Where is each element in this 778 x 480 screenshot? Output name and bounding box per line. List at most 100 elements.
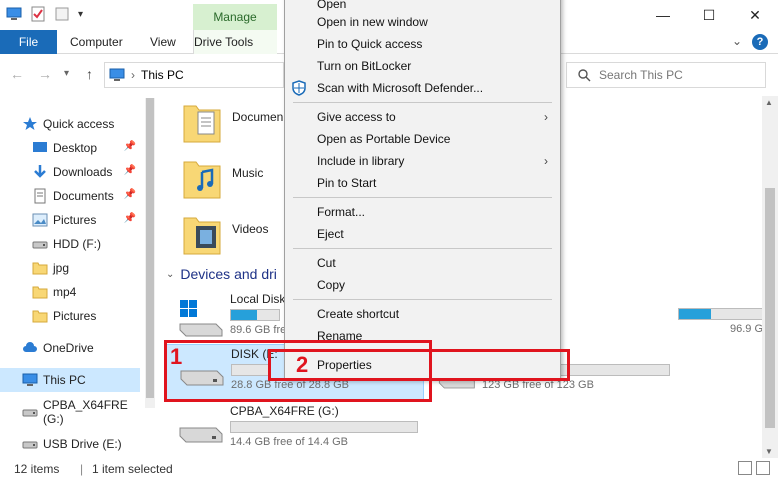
nav-scroll-thumb[interactable]: [146, 98, 154, 398]
navigation-pane: Quick access Desktop 📌 Downloads 📌 Docum…: [0, 96, 156, 458]
breadcrumb[interactable]: This PC: [141, 68, 184, 82]
sidebar-item-mp4[interactable]: mp4: [32, 280, 140, 304]
music-folder-icon: [183, 161, 221, 199]
pin-icon: 📌: [123, 141, 136, 152]
menu-item-label: Include in library: [317, 154, 405, 168]
menu-item-eject[interactable]: Eject: [285, 223, 560, 245]
sidebar-item-hdd-f[interactable]: HDD (F:): [32, 232, 140, 256]
sidebar-item-quick-access[interactable]: Quick access: [22, 112, 156, 136]
sidebar-item-pictures-folder[interactable]: Pictures: [32, 304, 140, 328]
section-devices-drives[interactable]: ⌄ Devices and dri: [166, 266, 277, 282]
drive-local-disk[interactable]: Local Disk 89.6 GB free: [176, 292, 292, 338]
sidebar-item-label: Downloads: [53, 165, 113, 179]
sidebar-item-this-pc[interactable]: This PC: [0, 368, 140, 392]
menu-item-pin-start[interactable]: Pin to Start: [285, 172, 560, 194]
menu-item-format[interactable]: Format...: [285, 201, 560, 223]
sidebar-item-label: mp4: [53, 285, 77, 299]
folder-icon: [32, 286, 48, 299]
menu-item-scan-defender[interactable]: Scan with Microsoft Defender...: [285, 77, 560, 99]
menu-item-bitlocker[interactable]: Turn on BitLocker: [285, 55, 560, 77]
cloud-icon: [23, 342, 37, 352]
sidebar-item-desktop[interactable]: Desktop 📌: [32, 136, 140, 160]
folder-label: Music: [232, 166, 264, 180]
search-input[interactable]: Search This PC: [566, 62, 766, 88]
properties-icon[interactable]: [30, 6, 46, 22]
quick-access-toolbar: ▾: [6, 6, 83, 22]
menu-item-copy[interactable]: Copy: [285, 274, 560, 296]
search-icon: [578, 69, 591, 82]
manage-tab[interactable]: Manage: [193, 4, 277, 30]
menu-item-pin-quick-access[interactable]: Pin to Quick access: [285, 33, 560, 55]
status-divider: |: [80, 462, 84, 476]
sidebar-item-onedrive[interactable]: OneDrive: [22, 336, 140, 360]
folder-label: Documen: [232, 110, 284, 124]
selection-count: 1 item selected: [92, 462, 173, 476]
folder-music[interactable]: Music: [182, 156, 263, 200]
tab-view[interactable]: View: [150, 30, 176, 54]
breadcrumb-separator: ›: [131, 68, 135, 82]
folder-icon: [32, 310, 48, 323]
expand-ribbon-icon[interactable]: ⌄: [732, 34, 742, 50]
drive-usage-bar: [230, 421, 418, 433]
chevron-right-icon: ›: [544, 154, 548, 168]
sidebar-item-cpba-g[interactable]: CPBA_X64FRE (G:): [22, 398, 146, 426]
sidebar-item-downloads[interactable]: Downloads 📌: [32, 160, 140, 184]
chevron-down-icon: ⌄: [166, 268, 175, 280]
scroll-down-icon[interactable]: ▼: [765, 447, 773, 456]
menu-item-include-library[interactable]: Include in library ›: [285, 150, 560, 172]
large-icons-view-icon[interactable]: [756, 461, 770, 475]
sidebar-item-label: jpg: [53, 261, 70, 275]
close-button[interactable]: ✕: [732, 0, 778, 30]
drive-free-space: 14.4 GB free of 14.4 GB: [230, 436, 349, 448]
windows-drive-icon: [179, 300, 223, 337]
details-view-icon[interactable]: [738, 461, 752, 475]
tab-drive-tools[interactable]: Drive Tools: [193, 30, 277, 54]
star-icon: [23, 117, 37, 130]
videos-folder-icon: [183, 217, 221, 255]
pin-icon: 📌: [123, 165, 136, 176]
menu-item-create-shortcut[interactable]: Create shortcut: [285, 303, 560, 325]
drive-cpba-g[interactable]: CPBA_X64FRE (G:) 14.4 GB free of 14.4 GB: [176, 404, 418, 450]
forward-button[interactable]: →: [38, 66, 52, 82]
desktop-icon: [33, 142, 47, 152]
menu-item-open-new-window[interactable]: Open in new window: [285, 11, 560, 33]
help-icon[interactable]: ?: [752, 34, 768, 50]
sidebar-item-usb-e[interactable]: USB Drive (E:): [22, 432, 146, 456]
content-scrollbar[interactable]: ▲ ▼: [762, 96, 778, 458]
sidebar-item-label: Quick access: [43, 117, 115, 131]
content-scroll-thumb[interactable]: [765, 188, 775, 428]
minimize-button[interactable]: —: [640, 0, 686, 30]
new-folder-icon[interactable]: [54, 6, 70, 22]
maximize-button[interactable]: ☐: [686, 0, 732, 30]
scroll-up-icon[interactable]: ▲: [765, 98, 773, 107]
menu-item-cut[interactable]: Cut: [285, 252, 560, 274]
computer-icon[interactable]: [6, 6, 22, 22]
address-bar[interactable]: › This PC: [104, 62, 284, 88]
chevron-right-icon: ›: [544, 110, 548, 124]
pictures-icon: [32, 213, 48, 227]
download-icon: [34, 165, 46, 178]
menu-item-label: Give access to: [317, 110, 396, 124]
customize-toolbar-icon[interactable]: ▾: [78, 9, 83, 20]
tab-computer[interactable]: Computer: [70, 30, 123, 54]
sidebar-item-jpg[interactable]: jpg: [32, 256, 140, 280]
tab-file[interactable]: File: [0, 30, 57, 54]
sidebar-item-label: HDD (F:): [53, 237, 101, 251]
sidebar-item-label: OneDrive: [43, 341, 94, 355]
recent-locations-button[interactable]: ▾: [64, 68, 69, 79]
sidebar-item-pictures[interactable]: Pictures 📌: [32, 208, 140, 232]
folder-videos[interactable]: Videos: [182, 212, 268, 256]
folder-documents[interactable]: Documen: [182, 100, 283, 144]
up-button[interactable]: ↑: [86, 66, 93, 82]
menu-item-give-access[interactable]: Give access to ›: [285, 106, 560, 128]
annotation-box-2: [268, 349, 570, 381]
menu-item-label: Scan with Microsoft Defender...: [317, 81, 484, 95]
nav-scrollbar[interactable]: [145, 98, 155, 408]
back-button[interactable]: ←: [10, 66, 24, 82]
menu-item-portable-device[interactable]: Open as Portable Device: [285, 128, 560, 150]
annotation-step-2: 2: [296, 352, 309, 377]
sidebar-item-label: Pictures: [53, 213, 97, 227]
sidebar-item-documents[interactable]: Documents 📌: [32, 184, 140, 208]
sidebar-item-label: This PC: [43, 373, 86, 387]
computer-icon: [22, 373, 38, 386]
